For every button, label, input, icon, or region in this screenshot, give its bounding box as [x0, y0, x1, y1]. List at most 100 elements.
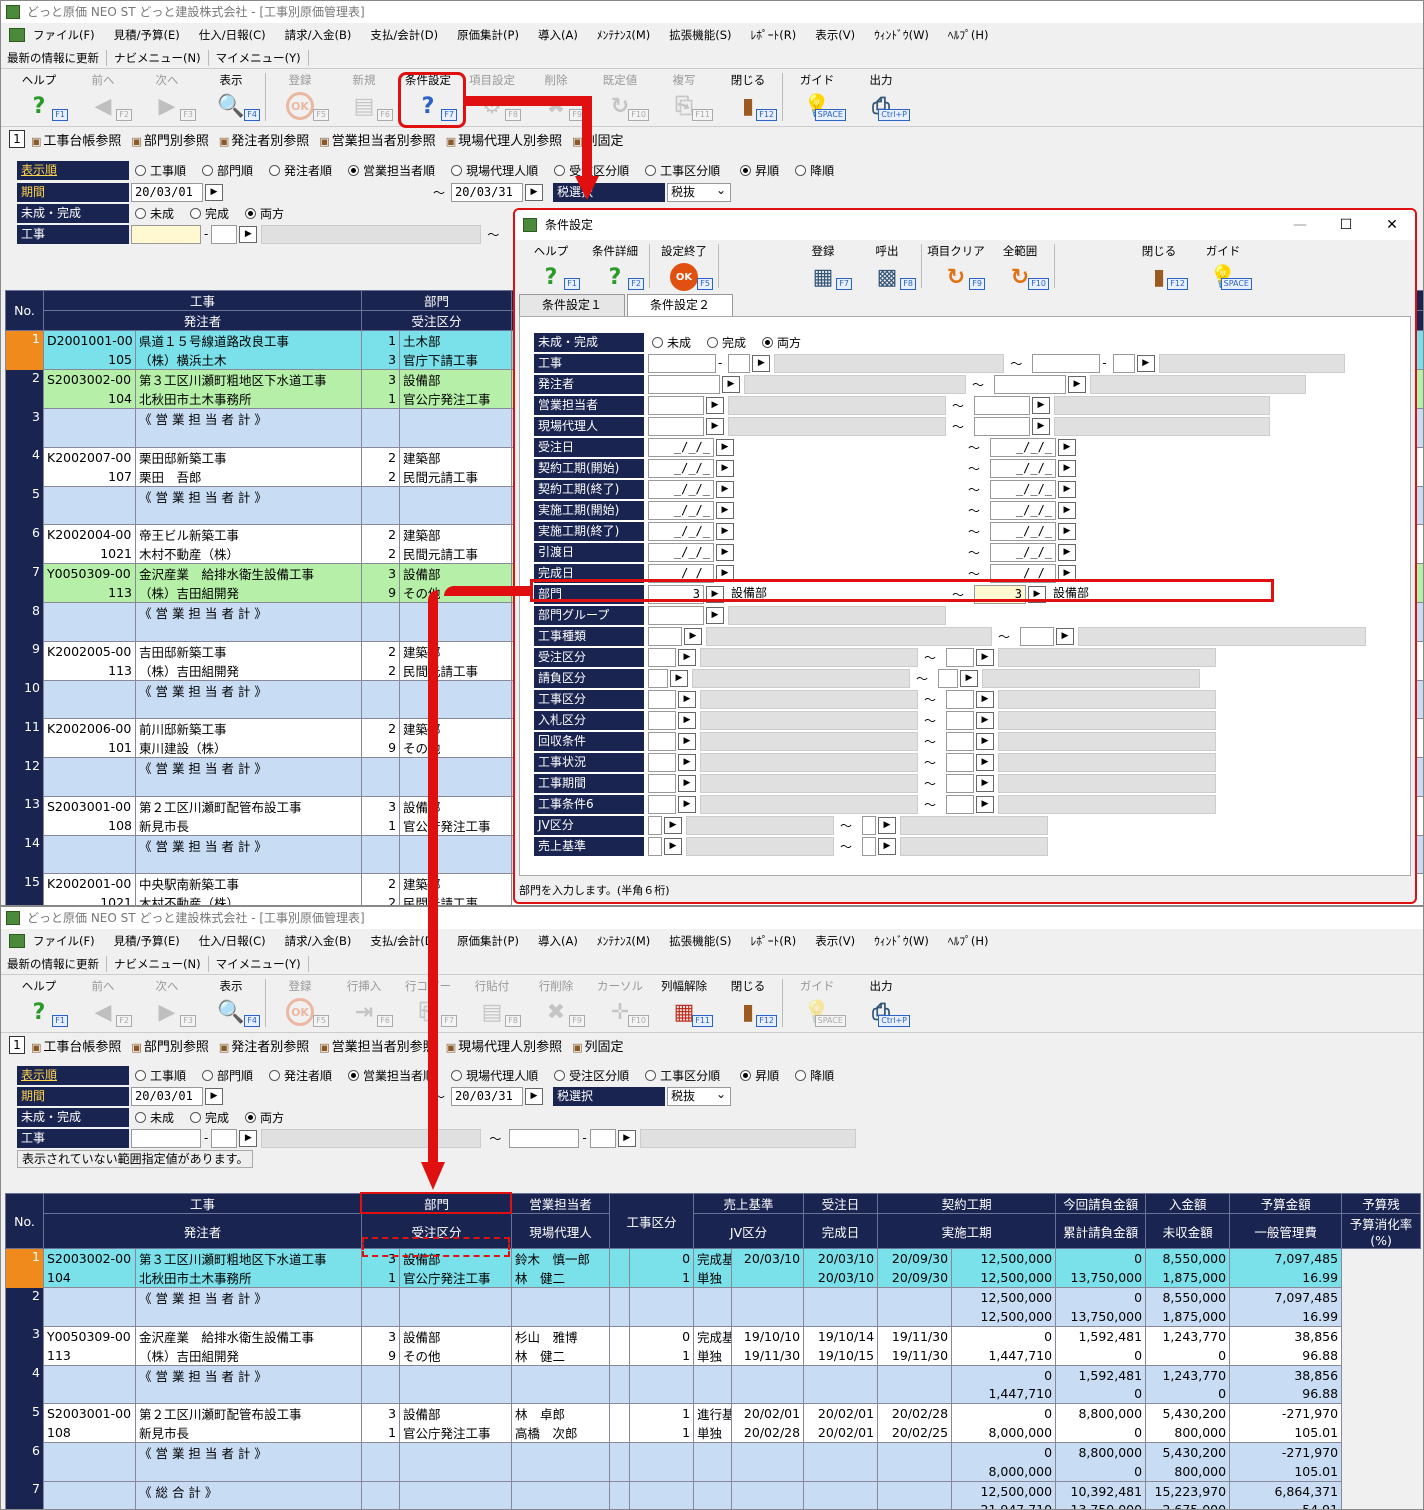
- close-icon[interactable]: ✕: [1369, 210, 1415, 240]
- condition-input[interactable]: [946, 752, 975, 772]
- row-number[interactable]: 5: [5, 1403, 44, 1443]
- row-number[interactable]: 7: [5, 1481, 44, 1509]
- row-number[interactable]: 7: [5, 563, 44, 603]
- condition-input[interactable]: [1020, 626, 1055, 646]
- condition-input[interactable]: [1032, 353, 1101, 373]
- nav-item-0[interactable]: 最新の情報に更新: [7, 955, 107, 972]
- search-button[interactable]: ▶: [678, 732, 696, 750]
- menu-item-4[interactable]: 支払/会計(D): [370, 27, 438, 43]
- quick-ref-0[interactable]: 工事台帳参照: [31, 1036, 121, 1055]
- menu-item-0[interactable]: ファイル(F): [33, 27, 95, 43]
- row-number[interactable]: 6: [5, 524, 44, 564]
- dlg-status-radio-2[interactable]: 両方: [762, 334, 801, 351]
- search-button[interactable]: ▶: [878, 837, 897, 855]
- search-button[interactable]: ▶: [1058, 480, 1077, 498]
- toolbar-button-arrow-left[interactable]: 前へ ◀ F2: [71, 69, 135, 125]
- condition-input[interactable]: [974, 416, 1031, 436]
- quick-ref-4[interactable]: 現場代理人別参照: [446, 1036, 562, 1055]
- condition-input[interactable]: _/_/_: [648, 521, 714, 541]
- dlg-status-radio-0[interactable]: 未成: [652, 334, 691, 351]
- col-bumon[interactable]: 部門: [361, 290, 513, 311]
- condition-input[interactable]: [946, 689, 975, 709]
- col-koji[interactable]: 工事: [42, 290, 363, 311]
- condition-input[interactable]: _/_/_: [648, 500, 714, 520]
- row-number[interactable]: 12: [5, 757, 44, 796]
- sort-radio-1[interactable]: 降順: [795, 1067, 834, 1084]
- quick-ref-2[interactable]: 発注者別参照: [219, 1036, 309, 1055]
- dialog-button-help[interactable]: ヘルプ? F1: [519, 240, 583, 294]
- quick-ref-5[interactable]: 列固定: [572, 1036, 624, 1055]
- condition-input[interactable]: [648, 605, 704, 625]
- toolbar-button-ok[interactable]: 登録 OK F5: [268, 975, 332, 1031]
- search-button[interactable]: ▶: [1058, 522, 1077, 540]
- menu-item-2[interactable]: 仕入/日報(C): [199, 27, 266, 43]
- menu-item-7[interactable]: ﾒﾝﾃﾅﾝｽ(M): [597, 933, 650, 949]
- condition-input[interactable]: [648, 710, 676, 730]
- koji-from-branch-input[interactable]: [211, 224, 238, 244]
- search-button[interactable]: ▶: [976, 690, 995, 708]
- condition-input[interactable]: [648, 731, 676, 751]
- search-button[interactable]: ▶: [678, 690, 696, 708]
- row-number[interactable]: 5: [5, 486, 44, 525]
- row-number[interactable]: 1: [5, 1248, 44, 1288]
- koji-from-input[interactable]: [131, 224, 201, 244]
- sort-radio-1[interactable]: 降順: [795, 162, 834, 179]
- row-number[interactable]: 4: [5, 447, 44, 486]
- toolbar-button-help[interactable]: ヘルプ? F1: [7, 69, 71, 125]
- search-button[interactable]: ▶: [976, 774, 995, 792]
- condition-input[interactable]: [648, 626, 682, 646]
- search-button[interactable]: ▶: [678, 795, 696, 813]
- row-number[interactable]: 10: [5, 680, 44, 719]
- menu-app-icon[interactable]: [9, 28, 25, 42]
- menu-item-12[interactable]: ﾍﾙﾌﾟ(H): [948, 933, 989, 949]
- period-from-search-button[interactable]: ▶: [205, 1087, 223, 1105]
- search-button[interactable]: ▶: [976, 732, 995, 750]
- column-subheader-11[interactable]: 予算消化率(%): [1341, 1213, 1421, 1249]
- column-header-9[interactable]: 入金額: [1145, 1193, 1231, 1214]
- table-row[interactable]: 1 S2003002-00 第３工区川瀬町粗地区下水道工事 3 設備部 鈴木 慎一郎 0 完成…: [5, 1248, 1421, 1288]
- search-button[interactable]: ▶: [1058, 543, 1077, 561]
- condition-input[interactable]: _/_/_: [990, 542, 1057, 562]
- condition-input[interactable]: _/_/_: [990, 437, 1057, 457]
- menu-app-icon[interactable]: [9, 934, 25, 948]
- search-button[interactable]: ▶: [1032, 396, 1051, 414]
- koji-to-input[interactable]: [509, 1128, 580, 1148]
- toolbar-button-copy[interactable]: 複写 ⎘ F11: [652, 69, 716, 125]
- row-number[interactable]: 2: [5, 1287, 44, 1326]
- order-radio-6[interactable]: 工事区分順: [645, 162, 720, 179]
- toolbar-button-arrow-left[interactable]: 前へ ◀ F2: [71, 975, 135, 1031]
- order-radio-0[interactable]: 工事順: [135, 1067, 186, 1084]
- column-header-3[interactable]: 営業担当者: [511, 1193, 611, 1214]
- column-subheader-7[interactable]: 実施工期: [877, 1213, 1057, 1249]
- search-button[interactable]: ▶: [684, 627, 702, 645]
- search-button[interactable]: ▶: [960, 669, 979, 687]
- search-button[interactable]: ▶: [1068, 375, 1087, 393]
- table-row[interactable]: 12,500,000 13,750,000 1,875,000 16.99: [6, 1307, 1421, 1327]
- table-row[interactable]: 113 （株）吉田組開発 9 その他林 健二 1 単独 19/11/30 19/10/15 19…: [6, 1345, 1421, 1366]
- menu-item-9[interactable]: ﾚﾎﾟｰﾄ(R): [751, 933, 797, 949]
- table-row[interactable]: 2 《 営 業 担 当 者 計 》 12,500,000 0 8,550,000 7,09…: [5, 1287, 1421, 1326]
- condition-input[interactable]: [974, 395, 1031, 415]
- toolbar-button-door[interactable]: 閉じる ▮ F12: [716, 975, 780, 1031]
- condition-input[interactable]: _/_/_: [648, 542, 714, 562]
- toolbar-button-default[interactable]: 既定値 ↻ F10: [588, 69, 652, 125]
- condition-input[interactable]: [648, 416, 704, 436]
- table-row[interactable]: 21,947,710 13,750,000 2,675,000 54.91: [6, 1500, 1421, 1509]
- quick-ref-0[interactable]: 工事台帳参照: [31, 130, 121, 149]
- menu-item-6[interactable]: 導入(A): [538, 933, 578, 949]
- quick-ref-3[interactable]: 営業担当者別参照: [319, 130, 436, 149]
- order-radio-2[interactable]: 発注者順: [269, 1067, 332, 1084]
- menu-item-10[interactable]: 表示(V): [815, 933, 855, 949]
- nav-item-2[interactable]: マイメニュー(Y): [216, 955, 309, 972]
- menu-item-11[interactable]: ｳｨﾝﾄﾞｳ(W): [874, 27, 929, 43]
- search-button[interactable]: ▶: [706, 606, 724, 624]
- search-button[interactable]: ▶: [1058, 459, 1077, 477]
- koji-from-search-button[interactable]: ▶: [239, 1129, 258, 1147]
- table-row[interactable]: 7 《 総 合 計 》 12,500,000 10,392,481 15,223,970…: [5, 1481, 1421, 1509]
- status-radio-1[interactable]: 完成: [190, 205, 229, 222]
- toolbar-button-output[interactable]: 出力 ⎙ Ctrl+P: [849, 975, 913, 1031]
- condition-input[interactable]: [946, 794, 975, 814]
- table-row[interactable]: 1,447,710 0 0 96.88: [6, 1384, 1421, 1404]
- dialog-button-help[interactable]: 条件詳細? F2: [583, 240, 647, 294]
- col-hacchusha[interactable]: 発注者: [42, 310, 363, 331]
